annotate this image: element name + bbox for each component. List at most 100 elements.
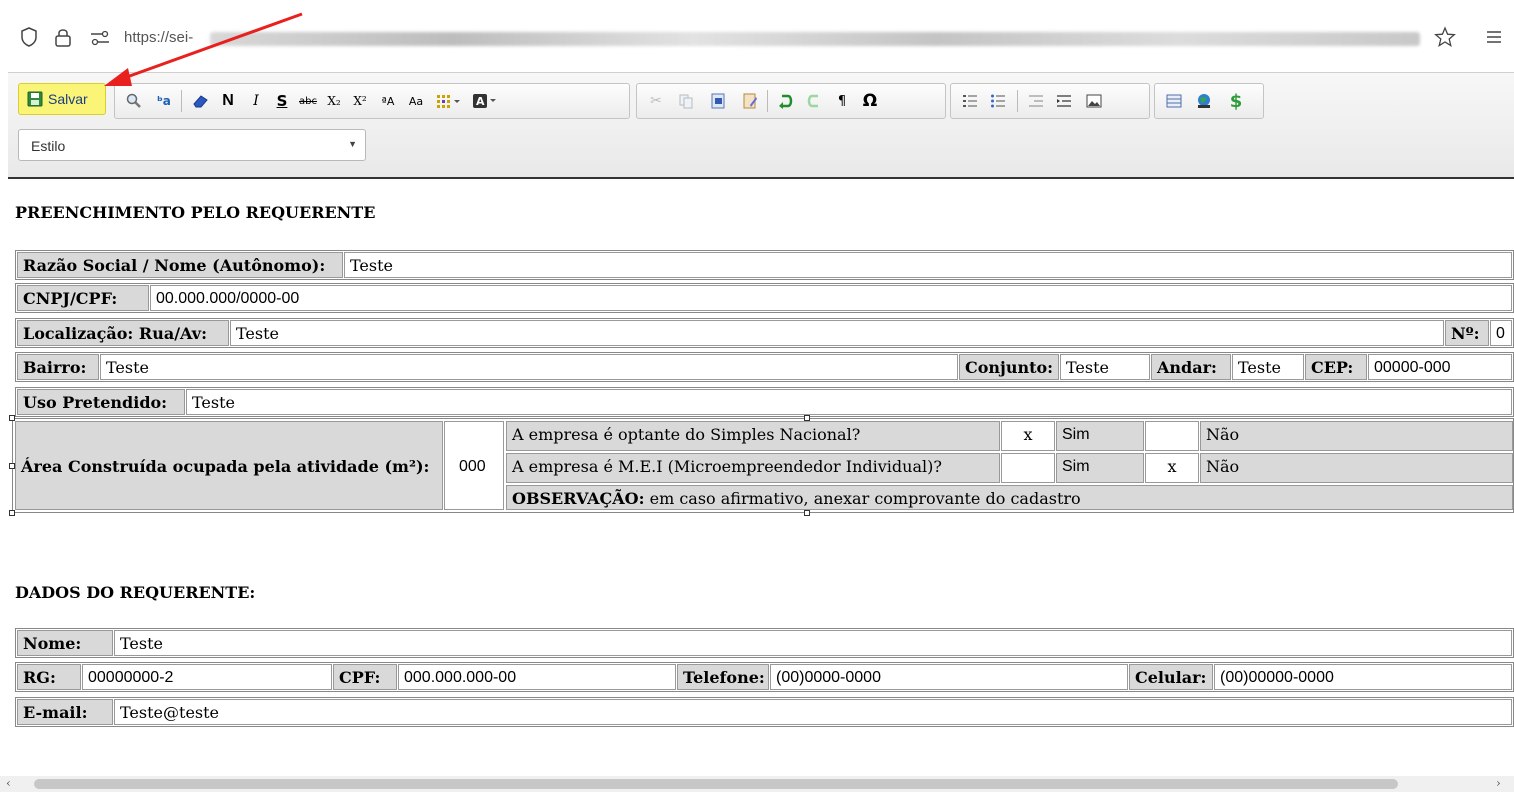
input-nome[interactable]: Teste [114, 630, 1512, 656]
shield-icon[interactable] [20, 27, 38, 47]
input-bairro[interactable]: Teste [100, 354, 958, 380]
redo-icon[interactable] [803, 90, 825, 112]
input-telefone[interactable]: (00)0000-0000 [770, 664, 1128, 690]
resize-handle[interactable] [9, 415, 15, 421]
section-title-requerente-fill: PREENCHIMENTO PELO REQUERENTE [15, 203, 376, 222]
table-icon[interactable] [1163, 90, 1185, 112]
checkbox-mei-nao[interactable]: x [1145, 453, 1199, 483]
label-cnpj: CNPJ/CPF: [17, 285, 149, 311]
label-localizacao: Localização: Rua/Av: [17, 320, 229, 346]
resize-handle[interactable] [804, 510, 810, 516]
input-localizacao[interactable]: Teste [230, 320, 1444, 346]
paste-word-icon[interactable] [707, 90, 729, 112]
save-button[interactable]: Salvar [18, 83, 106, 115]
scrollbar-thumb[interactable] [34, 779, 1398, 789]
label-andar: Andar: [1151, 354, 1231, 380]
bullet-list-icon[interactable] [987, 90, 1009, 112]
table-grid-icon[interactable] [433, 90, 465, 112]
input-numero[interactable]: 0 [1490, 320, 1512, 346]
scroll-left-icon[interactable]: ‹ [6, 776, 11, 790]
row-localizacao: Localização: Rua/Av: Teste Nº: 0 [15, 318, 1514, 348]
row-razao-social: Razão Social / Nome (Autônomo): Teste [15, 250, 1514, 280]
find-icon[interactable] [123, 90, 145, 112]
lock-icon[interactable] [54, 27, 72, 47]
row-cnpj: CNPJ/CPF: 00.000.000/0000-00 [15, 283, 1514, 313]
label-area-construida: Área Construída ocupada pela atividade (… [15, 421, 443, 510]
copy-icon[interactable] [675, 90, 697, 112]
label-email: E-mail: [17, 699, 113, 725]
subscript-button[interactable]: X₂ [323, 90, 345, 112]
observacao-text: em caso afirmativo, anexar comprovante d… [644, 489, 1081, 508]
resize-handle[interactable] [9, 510, 15, 516]
show-blocks-button[interactable]: ¶ [831, 90, 853, 112]
observacao-label: OBSERVAÇÃO: [512, 489, 645, 508]
row-uso-pretendido: Uso Pretendido: Teste [15, 387, 1514, 417]
label-cpf: CPF: [333, 664, 397, 690]
row-bairro: Bairro: Teste Conjunto: Teste Andar: Tes… [15, 352, 1514, 382]
input-cnpj[interactable]: 00.000.000/0000-00 [150, 285, 1512, 311]
style-select[interactable]: Estilo ▼ [18, 129, 366, 161]
input-rg[interactable]: 00000000-2 [82, 664, 332, 690]
input-uso-pretendido[interactable]: Teste [186, 389, 1512, 415]
row-nome: Nome: Teste [15, 628, 1514, 658]
option-mei-nao: Não [1200, 453, 1513, 483]
checkbox-simples-nao[interactable] [1145, 421, 1199, 451]
dollar-icon[interactable]: $ [1225, 90, 1247, 112]
style-select-value: Estilo [31, 138, 66, 154]
save-button-label: Salvar [48, 91, 88, 107]
bold-button[interactable]: N [217, 90, 239, 112]
observacao-note: OBSERVAÇÃO: em caso afirmativo, anexar c… [506, 485, 1513, 510]
underline-button[interactable]: S [271, 90, 293, 112]
star-icon[interactable] [1434, 26, 1456, 48]
cut-icon[interactable]: ✂ [645, 90, 667, 112]
text-color-icon[interactable]: A [469, 90, 501, 112]
toolbar-list-group [950, 83, 1150, 119]
special-char-button[interactable]: Ω [859, 90, 881, 112]
italic-button[interactable]: I [245, 90, 267, 112]
strikethrough-button[interactable]: abc [297, 90, 319, 112]
paste-text-icon[interactable] [739, 90, 761, 112]
url-blurred [210, 32, 1420, 46]
resize-handle[interactable] [9, 463, 15, 469]
superscript-button[interactable]: X² [349, 90, 371, 112]
replace-icon[interactable]: ᵇa [153, 90, 175, 112]
question-mei: A empresa é M.E.I (Microempreendedor Ind… [506, 453, 1000, 483]
uppercase-icon[interactable]: ªA [377, 90, 399, 112]
label-bairro: Bairro: [17, 354, 99, 380]
web-link-icon[interactable] [1193, 90, 1215, 112]
numbered-list-icon[interactable] [959, 90, 981, 112]
eraser-icon[interactable] [189, 90, 211, 112]
input-andar[interactable]: Teste [1232, 354, 1304, 380]
input-celular[interactable]: (00)00000-0000 [1214, 664, 1512, 690]
label-rg: RG: [17, 664, 81, 690]
chevron-down-icon: ▼ [348, 139, 357, 149]
toolbar-format-group: ᵇa N I S abc X₂ X² ªA Aa A [114, 83, 630, 119]
checkbox-simples-sim[interactable]: x [1001, 421, 1055, 451]
option-simples-sim: Sim [1056, 421, 1144, 451]
checkbox-mei-sim[interactable] [1001, 453, 1055, 483]
menu-icon[interactable] [1486, 30, 1502, 44]
input-email[interactable]: Teste@teste [114, 699, 1512, 725]
browser-address-bar: https://sei- [0, 0, 1514, 76]
toolbar-edit-group: ✂ ¶ Ω [636, 83, 946, 119]
input-cep[interactable]: 00000-000 [1368, 354, 1512, 380]
resize-handle[interactable] [804, 415, 810, 421]
floppy-disk-icon [27, 91, 43, 107]
lowercase-icon[interactable]: Aa [405, 90, 427, 112]
area-table[interactable]: Área Construída ocupada pela atividade (… [12, 418, 1514, 513]
permissions-icon[interactable] [90, 30, 110, 46]
scroll-right-icon[interactable]: › [1496, 776, 1501, 790]
input-area-construida[interactable]: 000 [444, 421, 504, 510]
outdent-icon[interactable] [1025, 90, 1047, 112]
horizontal-scrollbar[interactable]: ‹ › [0, 776, 1514, 792]
label-nome: Nome: [17, 630, 113, 656]
undo-icon[interactable] [775, 90, 797, 112]
input-conjunto[interactable]: Teste [1060, 354, 1150, 380]
image-icon[interactable] [1083, 90, 1105, 112]
label-telefone: Telefone: [677, 664, 769, 690]
input-razao-social[interactable]: Teste [344, 252, 1512, 278]
indent-icon[interactable] [1053, 90, 1075, 112]
editor-toolbar: Salvar ᵇa N I S abc X₂ X² ªA Aa A ✂ ¶ Ω … [8, 72, 1514, 179]
url-text[interactable]: https://sei- [124, 29, 193, 46]
input-cpf[interactable]: 000.000.000-00 [398, 664, 676, 690]
